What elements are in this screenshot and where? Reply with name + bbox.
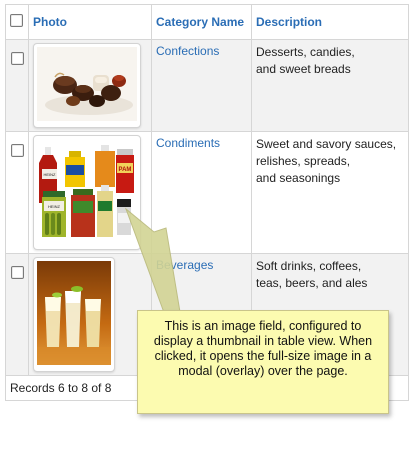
callout-text: This is an image field, configured to di… xyxy=(153,319,373,378)
callout-note: This is an image field, configured to di… xyxy=(137,310,389,414)
